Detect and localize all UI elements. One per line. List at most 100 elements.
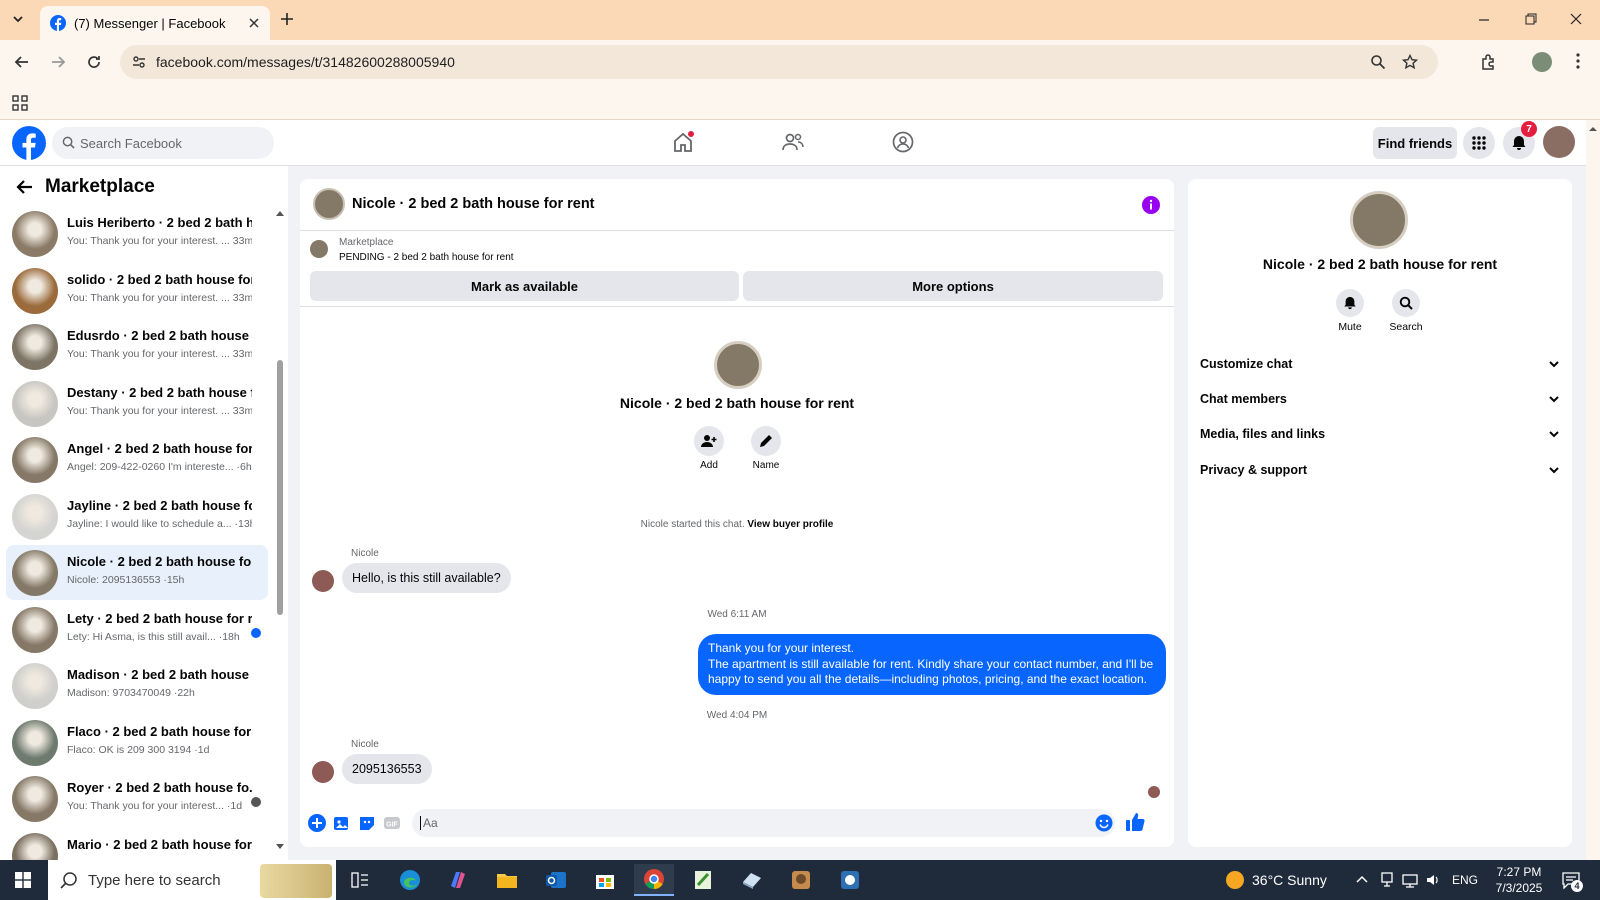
meet-now-icon[interactable] xyxy=(1380,872,1394,888)
new-tab-icon[interactable] xyxy=(280,12,294,26)
incoming-message[interactable]: 2095136553 xyxy=(342,754,432,784)
notification-center-icon[interactable]: 4 xyxy=(1562,871,1583,892)
profile-avatar[interactable] xyxy=(1532,52,1552,72)
bookmark-star-icon[interactable] xyxy=(1402,54,1418,70)
conversation-title: Destany · 2 bed 2 bath house fo... xyxy=(67,384,252,400)
chat-avatar[interactable] xyxy=(313,188,345,220)
conversation-thumbnail xyxy=(12,550,58,596)
zoom-icon[interactable] xyxy=(1370,54,1386,70)
sidebar-scrollbar[interactable] xyxy=(276,210,284,850)
outlook-icon[interactable] xyxy=(536,864,576,896)
conversation-item[interactable]: Nicole · 2 bed 2 bath house for ... Nicol… xyxy=(6,545,268,600)
chevron-down-icon xyxy=(1548,393,1560,405)
conversation-item[interactable]: Destany · 2 bed 2 bath house fo... You: T… xyxy=(6,376,268,431)
taskbar-search[interactable]: Type here to search xyxy=(48,860,336,900)
conversation-title: Royer · 2 bed 2 bath house fo... xyxy=(67,780,252,795)
section-chat-members[interactable]: Chat members xyxy=(1200,384,1560,414)
language-indicator[interactable]: ENG xyxy=(1452,873,1478,887)
add-people-button[interactable] xyxy=(694,426,724,456)
section-label: Privacy & support xyxy=(1200,463,1307,477)
sticker-icon[interactable] xyxy=(358,814,376,832)
forward-icon[interactable] xyxy=(50,54,66,70)
message-input[interactable]: Aa xyxy=(412,809,1115,837)
chat-title[interactable]: Nicole · 2 bed 2 bath house for rent xyxy=(352,196,595,212)
mark-as-available-button[interactable]: Mark as available xyxy=(310,271,739,301)
minimize-icon[interactable] xyxy=(1478,14,1490,26)
weather-sun-icon[interactable] xyxy=(1226,871,1244,889)
restore-icon[interactable] xyxy=(1525,13,1537,25)
network-icon[interactable] xyxy=(1402,872,1418,888)
back-arrow-icon[interactable] xyxy=(16,178,34,196)
notifications-button[interactable]: 7 xyxy=(1503,121,1537,159)
incoming-message[interactable]: Hello, is this still available? xyxy=(342,563,511,593)
mute-button[interactable] xyxy=(1336,289,1364,317)
home-icon[interactable] xyxy=(672,131,694,153)
conversation-item[interactable]: Angel · 2 bed 2 bath house for r... Angel… xyxy=(6,432,268,487)
search-in-chat-button[interactable] xyxy=(1392,289,1420,317)
edge-icon[interactable] xyxy=(390,864,430,896)
app-icon[interactable] xyxy=(781,864,821,896)
weather-text[interactable]: 36°C Sunny xyxy=(1252,872,1327,888)
thumbs-up-icon[interactable] xyxy=(1125,812,1145,832)
facebook-logo-icon[interactable] xyxy=(12,126,46,160)
photo-icon[interactable] xyxy=(333,814,351,832)
microsoft-store-icon[interactable] xyxy=(585,864,625,896)
menu-button[interactable] xyxy=(1463,127,1495,159)
close-window-icon[interactable] xyxy=(1570,13,1582,25)
back-icon[interactable] xyxy=(14,54,30,70)
unread-dot xyxy=(251,627,261,638)
url-text: facebook.com/messages/t/3148260028800594… xyxy=(156,54,455,70)
app-icon[interactable] xyxy=(732,864,772,896)
page-scrollbar[interactable] xyxy=(1586,120,1600,860)
facebook-search-input[interactable]: Search Facebook xyxy=(52,127,274,159)
windows-start-icon[interactable] xyxy=(15,872,31,888)
copilot-icon[interactable] xyxy=(438,864,478,896)
groups-icon[interactable] xyxy=(892,131,914,153)
site-info-icon[interactable] xyxy=(132,55,146,69)
browser-menu-icon[interactable] xyxy=(1576,53,1580,69)
file-explorer-icon[interactable] xyxy=(487,864,527,896)
app-icon[interactable] xyxy=(830,864,870,896)
address-bar[interactable]: facebook.com/messages/t/3148260028800594… xyxy=(120,45,1438,79)
reload-icon[interactable] xyxy=(86,54,102,70)
intro-avatar xyxy=(714,341,762,389)
sender-avatar[interactable] xyxy=(312,570,334,592)
conversation-item[interactable]: Jayline · 2 bed 2 bath house for ... Jayl… xyxy=(6,489,268,544)
gif-icon[interactable]: GIF xyxy=(383,814,401,832)
apps-grid-icon[interactable] xyxy=(12,95,28,111)
conversation-item[interactable]: Lety · 2 bed 2 bath house for r... Lety: … xyxy=(6,602,268,657)
view-buyer-profile-link[interactable]: View buyer profile xyxy=(747,519,833,530)
chrome-icon[interactable] xyxy=(634,864,674,896)
conversation-item[interactable]: Flaco · 2 bed 2 bath house for r... Flaco… xyxy=(6,715,268,770)
tab-messenger[interactable]: (7) Messenger | Facebook xyxy=(40,6,270,40)
section-privacy-support[interactable]: Privacy & support xyxy=(1200,455,1560,485)
friends-icon[interactable] xyxy=(782,131,804,153)
chevron-up-icon[interactable] xyxy=(1356,874,1368,884)
mute-label: Mute xyxy=(1338,321,1362,333)
emoji-icon[interactable] xyxy=(1095,814,1113,832)
add-label: Add xyxy=(700,460,718,471)
listing-thumb[interactable] xyxy=(310,240,328,258)
more-options-button[interactable]: More options xyxy=(743,271,1163,301)
account-avatar[interactable] xyxy=(1543,126,1575,158)
notepad-icon[interactable] xyxy=(683,864,723,896)
extensions-icon[interactable] xyxy=(1480,53,1498,71)
section-customize-chat[interactable]: Customize chat xyxy=(1200,349,1560,379)
sender-avatar[interactable] xyxy=(312,761,334,783)
tab-search-chevron-icon[interactable] xyxy=(11,12,25,26)
plus-circle-icon[interactable] xyxy=(308,814,326,832)
find-friends-button[interactable]: Find friends xyxy=(1373,127,1457,159)
conversation-item[interactable]: Luis Heriberto · 2 bed 2 bath ho... You: … xyxy=(6,206,268,261)
conversation-item[interactable]: Royer · 2 bed 2 bath house fo... You: Tha… xyxy=(6,771,268,826)
conversation-item[interactable]: Edusrdo · 2 bed 2 bath house fo... You: T… xyxy=(6,319,268,374)
outgoing-message[interactable]: Thank you for your interest. The apartme… xyxy=(698,634,1166,695)
task-view-icon[interactable] xyxy=(340,864,380,896)
close-tab-icon[interactable] xyxy=(248,17,260,29)
conversation-item[interactable]: Madison · 2 bed 2 bath house f... Madison… xyxy=(6,658,268,713)
info-icon[interactable] xyxy=(1142,196,1160,214)
volume-icon[interactable] xyxy=(1425,872,1441,888)
conversation-item[interactable]: solido · 2 bed 2 bath house for ... You: … xyxy=(6,263,268,318)
clock[interactable]: 7:27 PM 7/3/2025 xyxy=(1484,864,1554,896)
rename-button[interactable] xyxy=(751,426,781,456)
section-media-files-links[interactable]: Media, files and links xyxy=(1200,419,1560,449)
